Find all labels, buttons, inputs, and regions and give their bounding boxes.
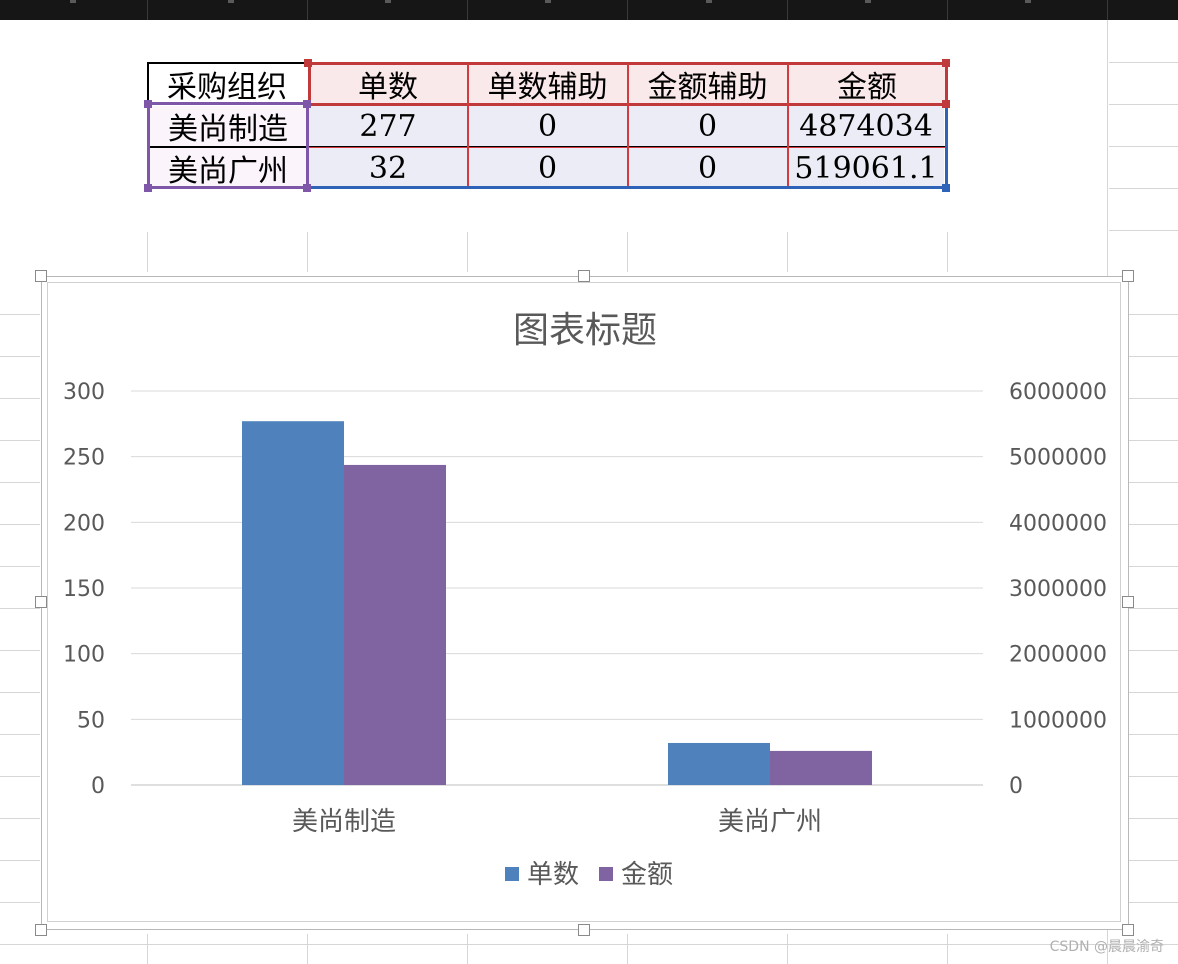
y-tick-left: 50	[77, 708, 105, 733]
header-amount-aux[interactable]: 金额辅助	[628, 64, 787, 105]
watermark: CSDN @晨晨渝奇	[1049, 939, 1164, 955]
header-count[interactable]: 单数	[309, 64, 467, 105]
chart-plot: 图表标题 0 50 100 150 200 250 300 0 1000000 2000000 3…	[63, 310, 1107, 890]
column-header-bar	[0, 0, 1178, 20]
row2-amount-aux[interactable]: 0	[628, 148, 787, 188]
row1-amount[interactable]: 4874034	[788, 106, 944, 146]
y-tick-right: 0	[1009, 774, 1023, 799]
header-amount[interactable]: 金额	[788, 64, 946, 105]
bar-amount	[770, 750, 872, 785]
y-tick-right: 1000000	[1009, 708, 1107, 733]
y-tick-right: 2000000	[1009, 643, 1107, 668]
row2-count[interactable]: 32	[309, 148, 467, 188]
row1-count-aux[interactable]: 0	[468, 106, 627, 146]
row2-count-aux[interactable]: 0	[468, 148, 627, 188]
legend-swatch	[599, 867, 613, 881]
chart-title[interactable]: 图表标题	[513, 310, 657, 351]
bar-amount	[344, 464, 446, 785]
row1-org[interactable]: 美尚制造	[150, 106, 306, 147]
legend-label: 单数	[527, 860, 579, 890]
y-tick-left: 300	[63, 380, 105, 405]
y-tick-right: 4000000	[1009, 511, 1107, 536]
y-tick-left: 250	[63, 446, 105, 471]
row1-amount-aux[interactable]: 0	[628, 106, 787, 146]
category-label: 美尚制造	[292, 807, 396, 837]
legend-label: 金额	[621, 860, 673, 890]
bar-count	[668, 742, 770, 785]
row1-count[interactable]: 277	[309, 106, 467, 146]
y-tick-left: 150	[63, 577, 105, 602]
row2-org[interactable]: 美尚广州	[150, 148, 306, 189]
row2-amount[interactable]: 519061.1	[788, 148, 944, 188]
y-tick-left: 100	[63, 643, 105, 668]
y-tick-right: 3000000	[1009, 577, 1107, 602]
y-tick-right: 5000000	[1009, 446, 1107, 471]
chart-object[interactable]: 图表标题 0 50 100 150 200 250 300 0 1000000 2000000 3…	[35, 270, 1134, 936]
y-tick-left: 200	[63, 511, 105, 536]
y-tick-left: 0	[91, 774, 105, 799]
header-org[interactable]: 采购组织	[148, 64, 306, 105]
legend-swatch	[505, 867, 519, 881]
bar-count	[242, 421, 344, 785]
category-label: 美尚广州	[718, 807, 822, 837]
y-tick-right: 6000000	[1009, 380, 1107, 405]
header-count-aux[interactable]: 单数辅助	[468, 64, 627, 105]
